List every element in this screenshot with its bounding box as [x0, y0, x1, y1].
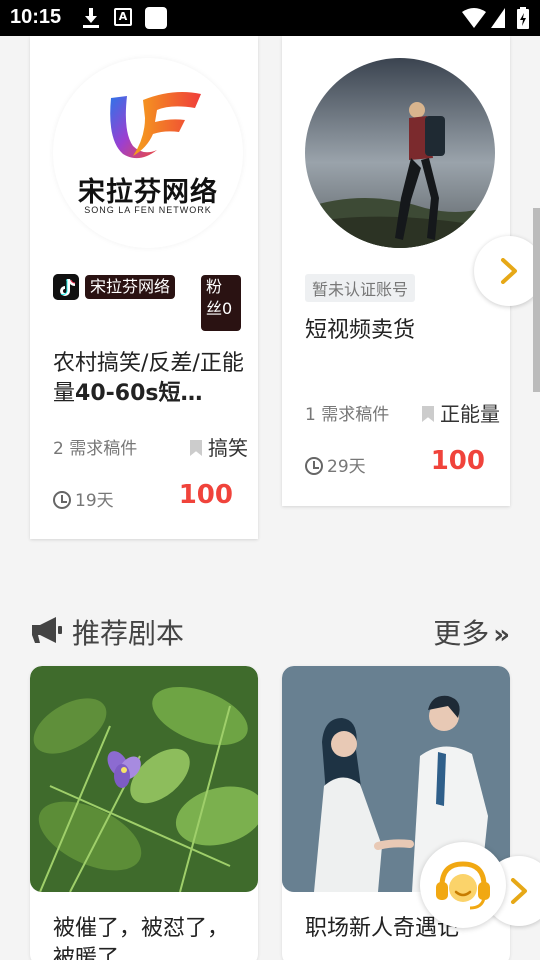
- days-left: 29天: [305, 452, 366, 477]
- days-left: 19天: [53, 486, 114, 511]
- megaphone-icon: [32, 617, 62, 643]
- days-text: 29天: [327, 457, 366, 477]
- task-meta: 1 需求稿件 正能量: [305, 398, 500, 426]
- creator-avatar: [305, 58, 495, 248]
- double-chevron-right-icon: »: [493, 620, 510, 650]
- task-footer: 29天 100: [305, 446, 485, 480]
- task-meta: 2 需求稿件 搞笑: [53, 432, 248, 460]
- download-icon: [83, 8, 99, 28]
- logo-text: 宋拉芬网络: [78, 177, 218, 208]
- bookmark-icon: [422, 406, 434, 422]
- tiktok-icon: [53, 274, 79, 300]
- creator-avatar: 宋拉芬网络 SONG LA FEN NETWORK: [53, 58, 243, 248]
- script-card[interactable]: 被催了，被怼了，被暖了: [30, 666, 258, 960]
- section-title: 推荐剧本: [72, 617, 185, 650]
- task-footer: 19天 100: [53, 480, 233, 514]
- logo-subtext: SONG LA FEN NETWORK: [84, 205, 212, 215]
- next-arrow-button[interactable]: [474, 236, 540, 306]
- bookmark-icon: [190, 440, 202, 456]
- clock-icon: [53, 491, 71, 509]
- clock-icon: [305, 457, 323, 475]
- category-label: 搞笑: [190, 432, 248, 461]
- notification-app-icon: [145, 7, 167, 29]
- category-text: 正能量: [440, 402, 500, 426]
- script-title: 被催了，被怼了，被暖了: [53, 916, 230, 960]
- status-bar: 10:15 A: [0, 0, 540, 36]
- price: 100: [430, 446, 485, 476]
- status-time: 10:15: [10, 6, 62, 28]
- days-text: 19天: [75, 491, 114, 511]
- category-text: 搞笑: [208, 436, 248, 460]
- recommended-scripts-header: 推荐剧本 更多»: [30, 610, 510, 650]
- hiker-photo: [305, 58, 495, 248]
- account-name-tag: 宋拉芬网络: [85, 275, 176, 299]
- creator-card[interactable]: 宋拉芬网络 SONG LA FEN NETWORK 宋拉芬网络 粉丝0 农村搞笑…: [30, 36, 258, 539]
- price: 100: [178, 480, 233, 510]
- headset-icon: [436, 861, 490, 910]
- script-cover-image: [30, 666, 258, 892]
- fans-count-tag: 粉丝0: [201, 275, 241, 331]
- company-logo: [110, 92, 201, 159]
- signal-icon: [491, 8, 505, 28]
- task-title: 农村搞笑/反差/正能量40-60s短…: [53, 349, 245, 409]
- unverified-badge: 暂未认证账号: [305, 274, 416, 302]
- chevron-right-icon: [511, 878, 527, 904]
- more-text: 更多: [433, 617, 490, 650]
- wifi-icon: [462, 8, 486, 28]
- creator-tags: 宋拉芬网络 粉丝0: [53, 274, 253, 334]
- drafts-count: 2 需求稿件: [53, 439, 138, 459]
- notification-a-icon: A: [114, 8, 132, 26]
- category-label: 正能量: [422, 398, 500, 427]
- more-link[interactable]: 更多»: [433, 612, 510, 652]
- task-title: 短视频卖货: [305, 318, 416, 343]
- customer-service-button[interactable]: [420, 842, 506, 928]
- chevron-right-icon: [501, 258, 517, 284]
- drafts-count: 1 需求稿件: [305, 405, 390, 425]
- battery-icon: [517, 7, 529, 29]
- scrollbar[interactable]: [533, 208, 540, 392]
- task-title-bold: 40-60s短…: [75, 381, 203, 406]
